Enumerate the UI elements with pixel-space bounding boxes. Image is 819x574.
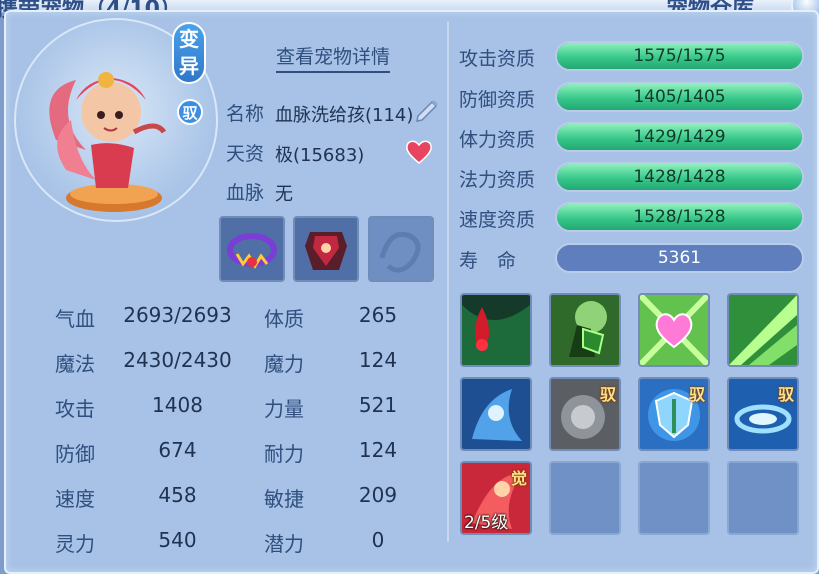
stat-label-hp: 气血 bbox=[55, 307, 95, 331]
skill-slot-9[interactable]: 觉 2/5级 bbox=[460, 461, 532, 535]
stat-label-speed: 速度 bbox=[55, 487, 95, 511]
skill-tag-6: 驭 bbox=[599, 385, 616, 404]
skill-slot-5[interactable] bbox=[460, 377, 532, 451]
aptitude-label-defense: 防御资质 bbox=[459, 89, 536, 111]
bloodline-value: 无 bbox=[275, 184, 293, 205]
equipment-slot-collar[interactable] bbox=[219, 216, 285, 282]
stat-value-mp: 2430/2430 bbox=[123, 348, 232, 372]
stat-label-constitution: 体质 bbox=[264, 307, 304, 331]
stat-value-hp: 2693/2693 bbox=[123, 303, 232, 327]
talent-label: 天资 bbox=[226, 143, 265, 165]
skill-slot-10-empty[interactable] bbox=[549, 461, 621, 535]
skill-slot-12-empty[interactable] bbox=[727, 461, 799, 535]
skill-slot-4[interactable] bbox=[727, 293, 799, 367]
skill-slot-2[interactable] bbox=[549, 293, 621, 367]
aptitude-bar-stamina: 1429/1429 bbox=[555, 122, 804, 152]
life-value: 5361 bbox=[657, 248, 702, 268]
stat-label-magic: 魔力 bbox=[264, 352, 304, 376]
skill-slot-1[interactable] bbox=[460, 293, 532, 367]
stat-value-attack: 1408 bbox=[152, 393, 203, 417]
empty-slot-icon bbox=[370, 218, 432, 280]
variant-badge: 变异 bbox=[172, 22, 206, 84]
shield-warrior-skill-icon bbox=[551, 295, 619, 365]
equipment-slot-armor[interactable] bbox=[293, 216, 359, 282]
aptitude-label-attack: 攻击资质 bbox=[459, 48, 536, 70]
skill-slot-8[interactable]: 驭 bbox=[727, 377, 799, 451]
skill-tag-9: 觉 bbox=[510, 469, 527, 488]
aptitude-value-mana: 1428/1428 bbox=[633, 167, 726, 187]
life-label: 寿 命 bbox=[459, 250, 517, 272]
armor-icon bbox=[295, 218, 357, 280]
aptitude-bar-speed: 1528/1528 bbox=[555, 202, 804, 232]
heart-skill-icon bbox=[640, 295, 708, 365]
aptitude-bar-defense: 1405/1405 bbox=[555, 82, 804, 112]
equipment-slot-empty[interactable] bbox=[368, 216, 434, 282]
aptitude-value-attack: 1575/1575 bbox=[633, 46, 726, 66]
aptitude-label-mana: 法力资质 bbox=[459, 169, 536, 191]
stat-value-magic: 124 bbox=[358, 348, 398, 372]
aptitude-value-stamina: 1429/1429 bbox=[633, 127, 726, 147]
aptitude-label-speed: 速度资质 bbox=[459, 209, 536, 231]
pet-name-value: 血脉洗给孩(114) bbox=[275, 105, 414, 126]
view-pet-details-link[interactable]: 查看宠物详情 bbox=[276, 42, 391, 73]
aptitude-value-defense: 1405/1405 bbox=[633, 87, 726, 107]
stat-value-agility: 209 bbox=[358, 483, 398, 507]
favorite-heart-icon[interactable] bbox=[405, 139, 433, 169]
stat-label-strength: 力量 bbox=[264, 397, 304, 421]
stat-value-spirit: 540 bbox=[158, 528, 197, 552]
stat-label-defense: 防御 bbox=[55, 442, 95, 466]
stat-label-spirit: 灵力 bbox=[55, 532, 95, 556]
stat-label-mp: 魔法 bbox=[55, 352, 95, 376]
skill-level-9: 2/5级 bbox=[464, 513, 509, 533]
panel-divider bbox=[447, 22, 449, 542]
skill-slot-7[interactable]: 驭 bbox=[638, 377, 710, 451]
light-burst-skill-icon bbox=[729, 295, 797, 365]
bloodline-label: 血脉 bbox=[226, 182, 265, 204]
life-bar: 5361 bbox=[555, 243, 804, 273]
aptitude-value-speed: 1528/1528 bbox=[633, 207, 726, 227]
skill-slot-3[interactable] bbox=[638, 293, 710, 367]
stat-value-potential: 0 bbox=[371, 528, 385, 552]
blood-drop-skill-icon bbox=[462, 295, 530, 365]
aptitude-bar-mana: 1428/1428 bbox=[555, 162, 804, 192]
stat-label-potential: 潜力 bbox=[264, 532, 304, 556]
stat-value-speed: 458 bbox=[158, 483, 197, 507]
skill-slot-6[interactable]: 驭 bbox=[549, 377, 621, 451]
collar-icon bbox=[221, 218, 283, 280]
skill-slot-11-empty[interactable] bbox=[638, 461, 710, 535]
aptitude-label-stamina: 体力资质 bbox=[459, 129, 536, 151]
stat-label-endurance: 耐力 bbox=[264, 442, 304, 466]
stat-label-agility: 敏捷 bbox=[264, 487, 304, 511]
stat-label-attack: 攻击 bbox=[55, 397, 95, 421]
aptitude-bar-attack: 1575/1575 bbox=[555, 41, 804, 71]
skill-tag-8: 驭 bbox=[777, 385, 794, 404]
rename-pencil-icon[interactable] bbox=[414, 96, 440, 126]
stat-value-endurance: 124 bbox=[358, 438, 398, 462]
name-label: 名称 bbox=[226, 103, 265, 125]
ice-spirit-skill-icon bbox=[462, 379, 530, 449]
skill-tag-7: 驭 bbox=[688, 385, 705, 404]
tame-badge: 驭 bbox=[177, 99, 203, 125]
stat-value-defense: 674 bbox=[158, 438, 197, 462]
stat-value-strength: 521 bbox=[358, 393, 398, 417]
stat-value-constitution: 265 bbox=[358, 303, 398, 327]
talent-value: 极(15683) bbox=[275, 145, 365, 166]
